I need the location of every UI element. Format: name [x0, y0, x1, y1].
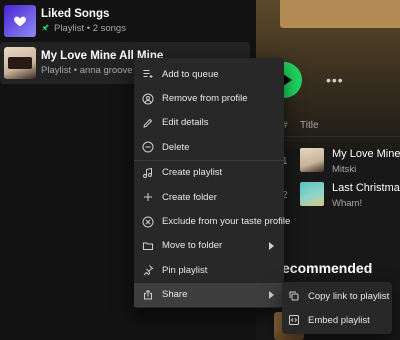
- library-item-title: Liked Songs: [41, 8, 110, 20]
- menu-item-share[interactable]: Share: [134, 282, 284, 307]
- music-note-icon: [142, 167, 154, 179]
- track-art: [300, 182, 324, 206]
- header-art: [280, 0, 400, 28]
- copy-link-icon: [288, 290, 300, 302]
- share-icon: [142, 289, 154, 301]
- track-title: My Love Mine A: [332, 148, 400, 160]
- menu-item-move-to-folder[interactable]: Move to folder: [134, 234, 284, 258]
- menu-item-edit-details[interactable]: Edit details: [134, 111, 284, 135]
- chevron-right-icon: [269, 241, 274, 250]
- context-menu: Add to queue Remove from profile Edit de…: [134, 58, 290, 308]
- pin-icon: [142, 264, 154, 276]
- folder-icon: [142, 240, 154, 252]
- add-to-queue-icon: [142, 68, 154, 80]
- share-submenu: Copy link to playlist Embed playlist: [282, 282, 392, 334]
- track-art: [300, 148, 324, 172]
- menu-item-create-folder[interactable]: Create folder: [134, 185, 284, 209]
- playlist-cover: [4, 47, 36, 79]
- profile-icon: [142, 93, 154, 105]
- embed-icon: [288, 314, 300, 326]
- menu-item-pin-playlist[interactable]: Pin playlist: [134, 258, 284, 282]
- menu-item-delete[interactable]: Delete: [134, 135, 284, 159]
- plus-icon: [142, 191, 154, 203]
- track-artist[interactable]: Wham!: [332, 198, 362, 209]
- chevron-right-icon: [269, 290, 274, 299]
- library-item-subtitle: Playlist • 2 songs: [41, 23, 126, 34]
- column-header-title[interactable]: Title: [300, 120, 319, 131]
- app-window: Liked Songs Playlist • 2 songs My Love M…: [0, 0, 400, 340]
- menu-item-copy-link[interactable]: Copy link to playlist: [282, 284, 392, 308]
- track-artist[interactable]: Mitski: [332, 164, 356, 175]
- menu-item-create-playlist[interactable]: Create playlist: [134, 161, 284, 185]
- library-item-liked-songs[interactable]: Liked Songs Playlist • 2 songs: [0, 0, 250, 42]
- pin-icon: [41, 23, 50, 34]
- exclude-icon: [142, 216, 154, 228]
- track-title: Last Christmas: [332, 182, 400, 194]
- recommended-heading: ecommended: [282, 260, 373, 276]
- liked-songs-cover: [4, 5, 36, 37]
- menu-item-embed-playlist[interactable]: Embed playlist: [282, 308, 392, 332]
- more-options-icon[interactable]: •••: [326, 72, 344, 88]
- menu-item-exclude-from-taste-profile[interactable]: Exclude from your taste profile: [134, 209, 290, 233]
- menu-item-add-to-queue[interactable]: Add to queue: [134, 62, 284, 86]
- menu-item-remove-from-profile[interactable]: Remove from profile: [134, 86, 284, 110]
- pencil-icon: [142, 117, 154, 129]
- minus-circle-icon: [142, 141, 154, 153]
- heart-icon: [14, 16, 26, 27]
